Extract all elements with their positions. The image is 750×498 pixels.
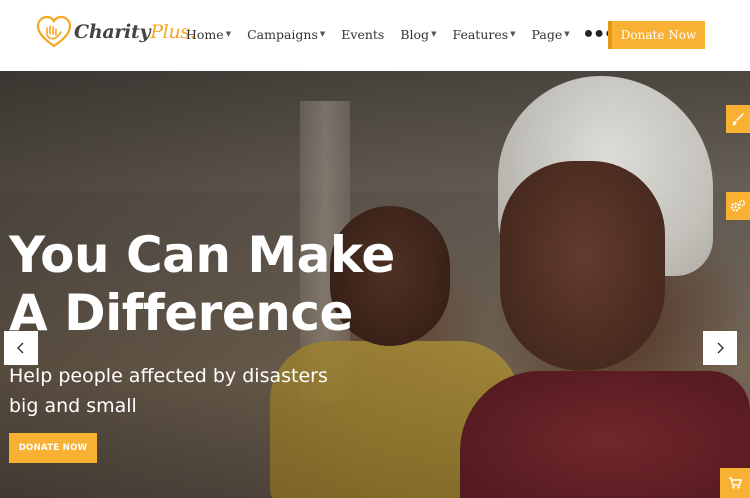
hero-title: You Can Make A Difference — [9, 226, 395, 342]
nav-label: Features — [452, 26, 509, 42]
brush-icon — [732, 113, 744, 126]
heart-hand-icon — [36, 15, 72, 48]
nav-item-events[interactable]: Events — [341, 27, 384, 42]
slider-prev-button[interactable] — [4, 331, 38, 365]
logo-name: Charity — [74, 21, 151, 43]
cart-icon — [729, 477, 742, 489]
chevron-left-icon — [17, 342, 24, 354]
nav-label: Blog — [400, 26, 430, 42]
nav-label: Home — [186, 26, 224, 42]
donate-now-button[interactable]: Donate Now — [608, 21, 705, 49]
chevron-down-icon: ▼ — [564, 30, 570, 38]
chevron-down-icon: ▼ — [319, 30, 326, 38]
slider-next-button[interactable] — [703, 331, 737, 365]
chevron-down-icon: ▼ — [510, 30, 516, 38]
hero-slider: You Can Make A Difference Help people af… — [0, 71, 750, 498]
nav-item-campaigns[interactable]: Campaigns ▼ — [247, 27, 325, 42]
chevron-right-icon — [717, 342, 724, 354]
nav-label: Page — [531, 26, 563, 42]
nav-item-page[interactable]: Page ▼ — [532, 27, 570, 42]
nav-item-home[interactable]: Home ▼ — [186, 27, 231, 42]
nav-label: Events — [341, 26, 385, 42]
hero-subtitle: Help people affected by disasters big an… — [9, 365, 328, 417]
style-switcher-tab[interactable] — [726, 105, 750, 133]
site-header: CharityPlus. Home ▼ Campaigns ▼ Events Blo… — [0, 0, 750, 71]
nav-item-blog[interactable]: Blog ▼ — [400, 27, 436, 42]
site-logo[interactable]: CharityPlus. — [36, 14, 196, 50]
settings-tab[interactable] — [726, 192, 750, 220]
hero-donate-button[interactable]: DONATE NOW — [9, 433, 97, 463]
chevron-down-icon: ▼ — [225, 30, 232, 38]
cart-tab[interactable] — [720, 468, 750, 498]
chevron-down-icon: ▼ — [431, 30, 437, 38]
nav-label: Campaigns — [247, 26, 318, 42]
nav-item-features[interactable]: Features ▼ — [452, 27, 515, 42]
gear-icon — [730, 199, 746, 212]
main-nav: Home ▼ Campaigns ▼ Events Blog ▼ Features ▼ … — [186, 0, 616, 68]
